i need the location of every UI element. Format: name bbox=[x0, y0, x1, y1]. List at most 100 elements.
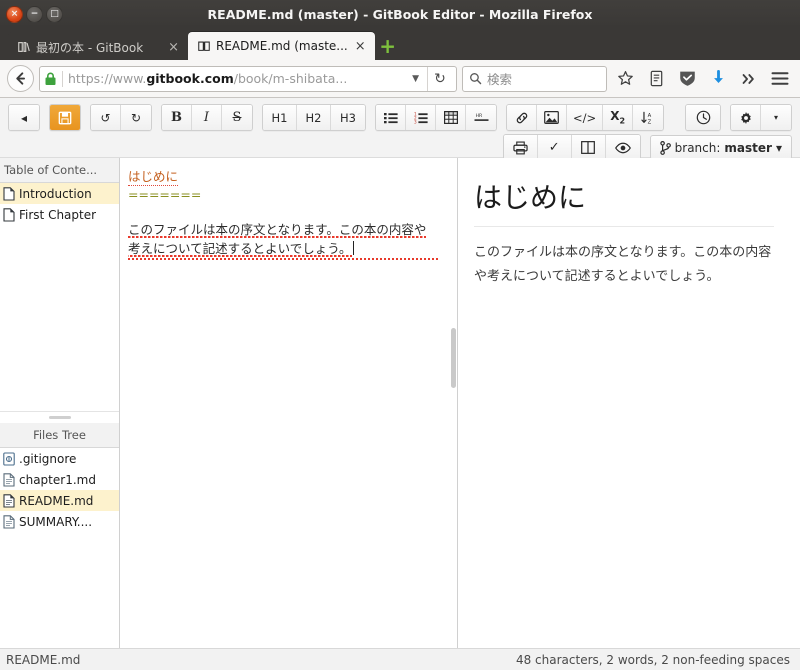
branch-name-label: master bbox=[724, 140, 772, 155]
sort-az-icon: A Z bbox=[641, 111, 652, 125]
strikethrough-icon: S bbox=[232, 110, 242, 125]
window-close-button[interactable]: × bbox=[6, 5, 23, 23]
editor-toolbar-row-1: ◂ ↺ ↻ B I S H1 H2 H3 1 2 3 HR </> X2 A Z… bbox=[8, 104, 792, 131]
hamburger-menu-button[interactable] bbox=[767, 65, 793, 92]
plus-icon: + bbox=[379, 34, 397, 58]
preview-pane: はじめに このファイルは本の序文となります。この本の内容や考えについて記述すると… bbox=[458, 158, 800, 648]
back-button[interactable]: ◂ bbox=[9, 105, 39, 130]
chevron-down-icon: ▾ bbox=[773, 113, 778, 122]
reload-button[interactable]: ↻ bbox=[427, 66, 452, 91]
history-button[interactable] bbox=[686, 105, 720, 130]
table-button[interactable] bbox=[436, 105, 466, 130]
horizontal-rule-button[interactable]: HR bbox=[466, 105, 496, 130]
list-ul-icon bbox=[383, 112, 398, 123]
redo-icon: ↻ bbox=[130, 110, 142, 125]
link-icon bbox=[516, 112, 527, 123]
tab-close-icon[interactable]: × bbox=[353, 40, 368, 53]
split-view-button[interactable] bbox=[571, 135, 606, 160]
eye-icon bbox=[614, 142, 631, 153]
window-maximize-button[interactable]: □ bbox=[46, 5, 63, 23]
editor-heading-text: はじめに bbox=[128, 169, 179, 186]
file-item-label: .gitignore bbox=[19, 451, 77, 466]
bookmark-star-button[interactable] bbox=[612, 65, 638, 92]
url-text: https://www.gitbook.com/book/m-shibata..… bbox=[68, 71, 348, 86]
editor-underline-line: ======= bbox=[128, 186, 449, 203]
url-bar[interactable]: https://www.gitbook.com/book/m-shibata..… bbox=[39, 65, 457, 92]
downloads-button[interactable] bbox=[705, 65, 731, 92]
maximize-icon: □ bbox=[50, 8, 59, 19]
toolbar-group-view: ✓ bbox=[502, 134, 641, 161]
settings-button[interactable] bbox=[731, 105, 761, 130]
markdown-editor[interactable]: はじめに ======= このファイルは本の序文となります。この本の内容や考えに… bbox=[120, 158, 458, 648]
status-bar: README.md 48 characters, 2 words, 2 non-… bbox=[0, 648, 800, 670]
italic-button[interactable]: I bbox=[192, 105, 222, 130]
link-button[interactable] bbox=[507, 105, 537, 130]
undo-button[interactable]: ↺ bbox=[91, 105, 121, 130]
bookmark-star-icon bbox=[617, 70, 633, 85]
window-minimize-button[interactable]: − bbox=[26, 5, 43, 23]
spellcheck-button[interactable]: ✓ bbox=[537, 135, 572, 160]
save-button[interactable] bbox=[50, 105, 80, 130]
heading1-button[interactable]: H1 bbox=[263, 105, 297, 130]
gear-icon bbox=[740, 111, 751, 124]
image-button[interactable] bbox=[537, 105, 567, 130]
strikethrough-button[interactable]: S bbox=[222, 105, 252, 130]
print-button[interactable] bbox=[503, 135, 538, 160]
file-item-label: README.md bbox=[19, 493, 94, 508]
browser-tabstrip: 最初の本 - GitBook × README.md (maste... × + bbox=[0, 28, 800, 60]
browser-tab-0[interactable]: 最初の本 - GitBook × bbox=[8, 32, 188, 60]
toolbar-group-history: ↺ ↻ bbox=[90, 104, 152, 131]
check-icon: ✓ bbox=[548, 140, 560, 155]
toc-item-introduction[interactable]: Introduction bbox=[0, 183, 119, 204]
new-tab-button[interactable]: + bbox=[375, 32, 401, 60]
printer-icon bbox=[513, 141, 528, 154]
back-button[interactable] bbox=[7, 65, 34, 92]
hr-icon: HR bbox=[474, 113, 488, 121]
branch-selector-button[interactable]: branch: master ▾ bbox=[649, 135, 792, 160]
heading3-button[interactable]: H3 bbox=[331, 105, 365, 130]
editor-scrollbar[interactable] bbox=[451, 328, 456, 388]
status-filename: README.md bbox=[6, 652, 81, 667]
numbered-list-button[interactable]: 1 2 3 bbox=[406, 105, 436, 130]
code-button[interactable]: </> bbox=[567, 105, 604, 130]
editor-setext-underline: ======= bbox=[128, 187, 202, 202]
main-area: Table of Conte... Introduction First Cha… bbox=[0, 158, 800, 648]
bullet-list-button[interactable] bbox=[376, 105, 406, 130]
reload-icon: ↻ bbox=[434, 70, 446, 87]
git-file-icon bbox=[3, 451, 15, 466]
search-bar[interactable]: 検索 bbox=[462, 65, 607, 92]
overflow-chevrons-icon bbox=[742, 73, 754, 84]
browser-tab-1[interactable]: README.md (maste... × bbox=[188, 32, 375, 60]
file-item-label: SUMMARY.... bbox=[19, 514, 93, 529]
sidebar-splitter[interactable] bbox=[0, 411, 119, 423]
file-item-label: chapter1.md bbox=[19, 472, 96, 487]
arrow-left-icon bbox=[16, 72, 25, 85]
shield-button[interactable] bbox=[674, 65, 700, 92]
file-icon bbox=[3, 472, 15, 487]
bold-button[interactable]: B bbox=[162, 105, 192, 130]
reader-list-button[interactable] bbox=[643, 65, 669, 92]
file-item-gitignore[interactable]: .gitignore bbox=[0, 448, 119, 469]
svg-text:A: A bbox=[648, 112, 652, 118]
file-icon bbox=[3, 514, 15, 529]
file-icon bbox=[3, 186, 15, 201]
tab-close-icon[interactable]: × bbox=[166, 41, 181, 54]
sort-button[interactable]: A Z bbox=[633, 105, 664, 130]
subscript-button[interactable]: X2 bbox=[603, 105, 634, 130]
file-item-readme[interactable]: README.md bbox=[0, 490, 119, 511]
search-placeholder: 検索 bbox=[487, 72, 513, 87]
close-icon: × bbox=[10, 8, 19, 19]
settings-dropdown-button[interactable]: ▾ bbox=[761, 105, 791, 130]
files-tree-panel: Files Tree .gitignore chapter1.md README… bbox=[0, 423, 119, 648]
url-dropdown-icon[interactable]: ▼ bbox=[409, 74, 422, 84]
chevron-left-icon: ◂ bbox=[20, 110, 28, 125]
file-item-chapter1[interactable]: chapter1.md bbox=[0, 469, 119, 490]
preview-button[interactable] bbox=[605, 135, 640, 160]
heading2-button[interactable]: H2 bbox=[297, 105, 331, 130]
redo-button[interactable]: ↻ bbox=[121, 105, 151, 130]
toc-item-first-chapter[interactable]: First Chapter bbox=[0, 204, 119, 225]
file-item-summary[interactable]: SUMMARY.... bbox=[0, 511, 119, 532]
subscript-icon: X2 bbox=[610, 109, 626, 126]
editor-paragraph-text: このファイルは本の序文となります。この本の内容や考えについて記述するとよいでしょ… bbox=[128, 222, 427, 257]
overflow-button[interactable] bbox=[736, 65, 762, 92]
